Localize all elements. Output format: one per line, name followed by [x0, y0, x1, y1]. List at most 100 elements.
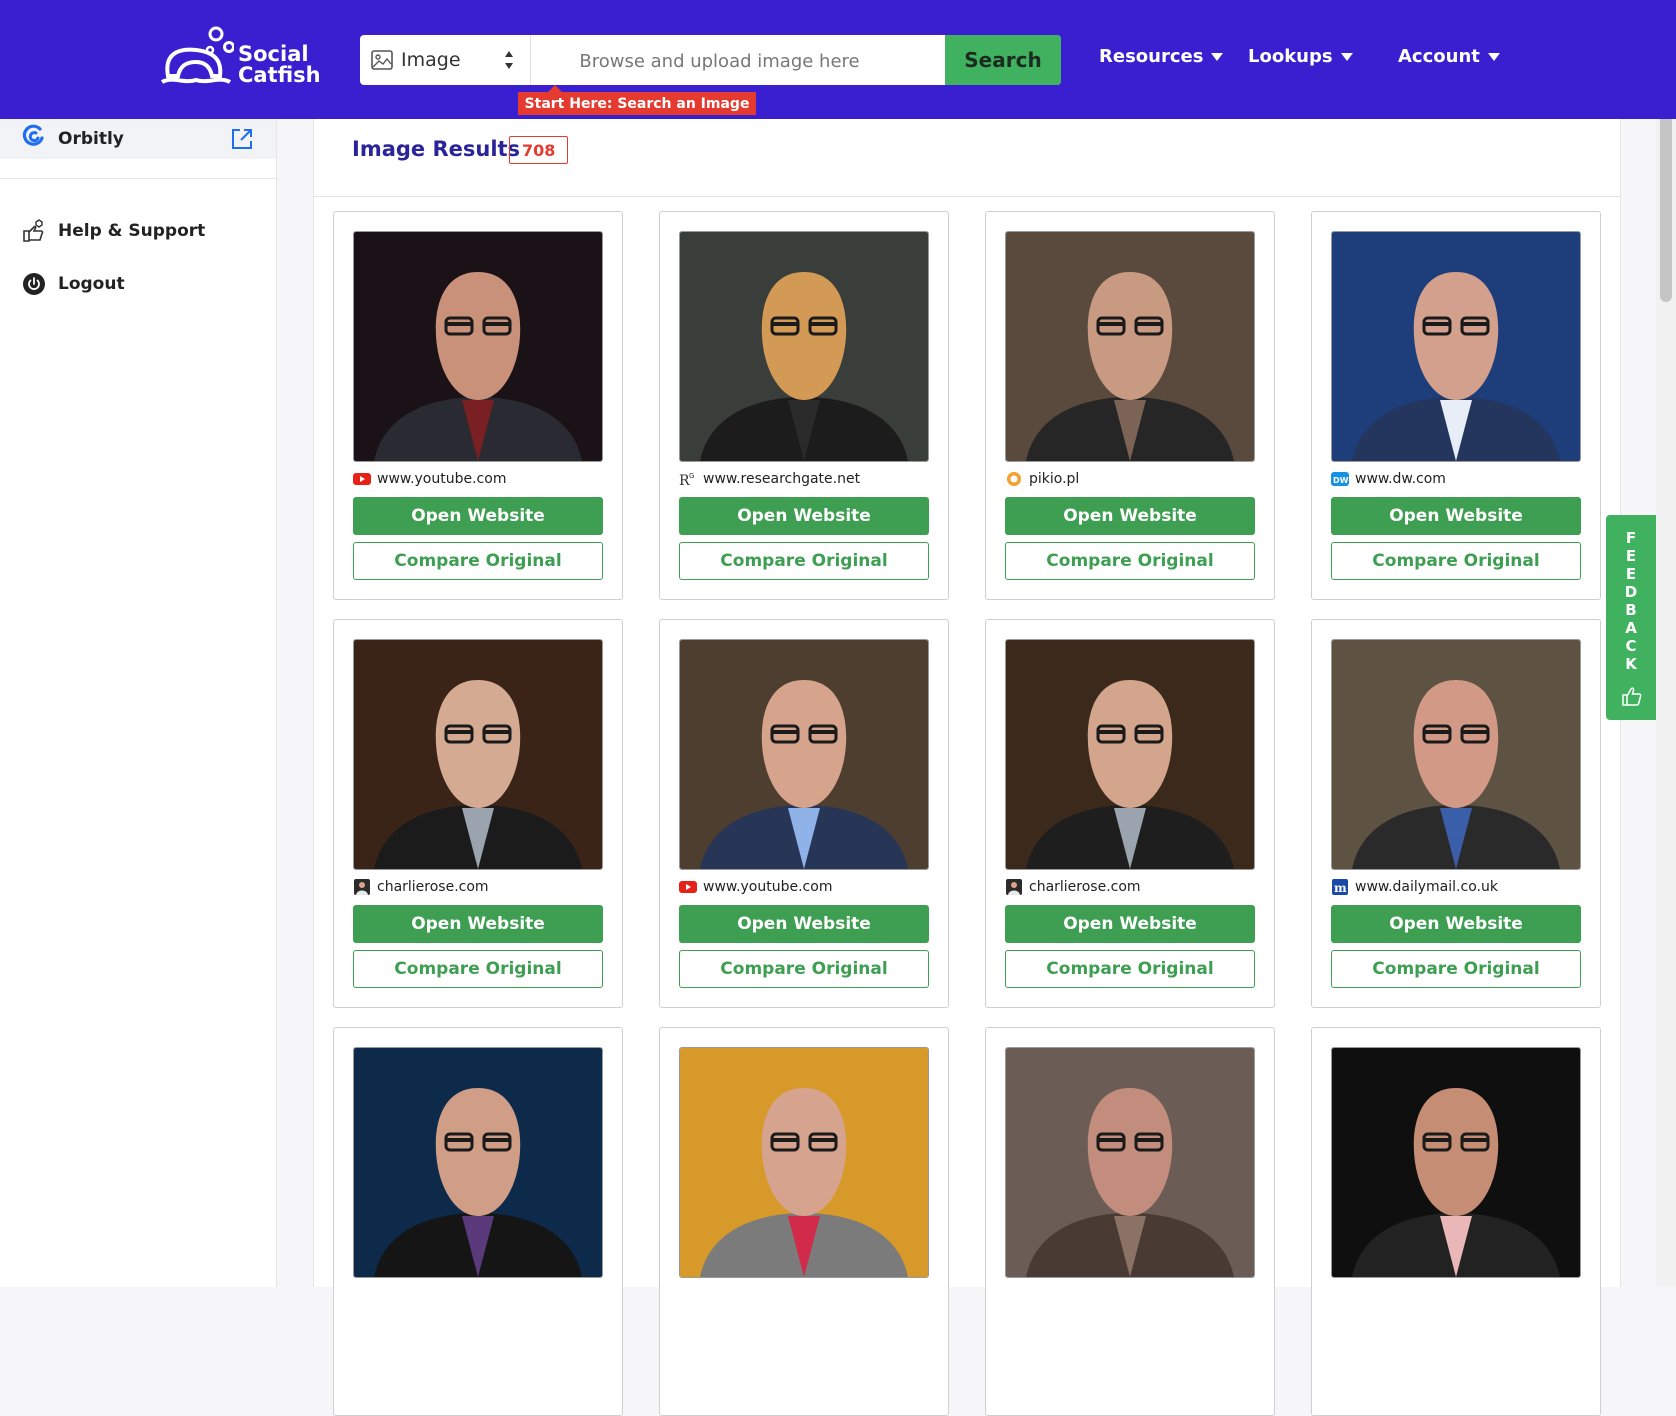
result-card: DW www.dw.com Open Website Compare Original: [1311, 211, 1601, 600]
help-support-icon: [23, 219, 44, 242]
result-source: pikio.pl: [1005, 470, 1079, 488]
result-thumbnail[interactable]: [1005, 639, 1255, 870]
nav-resources-label: Resources: [1099, 46, 1204, 67]
sidebar-item-label: Orbitly: [58, 129, 124, 149]
caret-down-icon: [1487, 52, 1500, 61]
open-website-button[interactable]: Open Website: [353, 905, 603, 943]
result-card: www.youtube.com Open Website Compare Origi…: [333, 211, 623, 600]
result-thumbnail[interactable]: [1331, 639, 1581, 870]
catfish-logo-icon: [160, 26, 234, 84]
result-domain: www.youtube.com: [703, 879, 833, 895]
result-image: [1006, 640, 1254, 869]
result-card: charlierose.com Open Website Compare Origi…: [333, 619, 623, 1008]
result-card: m www.dailymail.co.uk Open Website Compare …: [1311, 619, 1601, 1008]
result-image: [1006, 232, 1254, 461]
svg-text:G: G: [689, 472, 694, 480]
search-bar: Image Search: [360, 35, 1061, 85]
dw-icon: DW: [1331, 472, 1349, 486]
result-thumbnail[interactable]: [1331, 231, 1581, 462]
nav-account[interactable]: Account: [1398, 46, 1500, 67]
search-button[interactable]: Search: [945, 35, 1061, 85]
compare-original-button[interactable]: Compare Original: [353, 950, 603, 988]
logo-line1: Social: [238, 42, 309, 66]
result-source: www.youtube.com: [353, 470, 506, 488]
youtube-icon: [679, 881, 697, 893]
result-thumbnail[interactable]: [1005, 1047, 1255, 1278]
result-thumbnail[interactable]: [353, 231, 603, 462]
result-domain: pikio.pl: [1029, 471, 1080, 487]
compare-original-button[interactable]: Compare Original: [353, 542, 603, 580]
result-domain: www.youtube.com: [377, 471, 507, 487]
image-icon: [371, 50, 393, 70]
top-header: Social Catfish Image Search Start Here: …: [0, 0, 1676, 119]
sidebar-item-orbitly[interactable]: Orbitly: [0, 119, 276, 159]
result-image: [1332, 640, 1580, 869]
caret-down-icon: [1340, 52, 1353, 61]
result-domain: www.researchgate.net: [703, 471, 861, 487]
svg-text:m: m: [1334, 881, 1347, 895]
result-image: [1332, 232, 1580, 461]
result-thumbnail[interactable]: [1005, 231, 1255, 462]
youtube-icon: [353, 473, 371, 485]
result-thumbnail[interactable]: [353, 639, 603, 870]
search-type-select[interactable]: Image: [360, 35, 531, 85]
sidebar-item-label: Logout: [58, 274, 125, 294]
page-scrollbar[interactable]: [1656, 80, 1676, 1287]
result-thumbnail[interactable]: [1331, 1047, 1581, 1278]
result-card: pikio.pl Open Website Compare Original: [985, 211, 1275, 600]
result-image: [354, 1048, 602, 1277]
result-card: [1311, 1027, 1601, 1416]
feedback-letter: A: [1625, 619, 1637, 637]
image-upload-input[interactable]: [530, 35, 909, 85]
open-website-button[interactable]: Open Website: [1331, 497, 1581, 535]
power-icon: [23, 273, 45, 295]
select-arrows-icon: [505, 51, 513, 69]
result-source: m www.dailymail.co.uk: [1331, 878, 1498, 896]
charlierose-icon: [354, 879, 370, 895]
result-image: [1006, 1048, 1254, 1277]
results-count-badge: 708: [509, 136, 569, 164]
result-thumbnail[interactable]: [679, 1047, 929, 1278]
result-source: www.youtube.com: [679, 878, 832, 896]
results-title: Image Results: [352, 137, 521, 161]
sidebar-item-logout[interactable]: Logout: [0, 264, 276, 304]
sidebar: Orbitly Help & Support Logout: [0, 119, 277, 1287]
compare-original-button[interactable]: Compare Original: [1005, 950, 1255, 988]
result-domain: www.dailymail.co.uk: [1355, 879, 1498, 895]
open-website-button[interactable]: Open Website: [1005, 497, 1255, 535]
result-image: [354, 232, 602, 461]
nav-resources[interactable]: Resources: [1099, 46, 1224, 67]
compare-original-button[interactable]: Compare Original: [679, 950, 929, 988]
result-image: [354, 640, 602, 869]
compare-original-button[interactable]: Compare Original: [679, 542, 929, 580]
result-card: [659, 1027, 949, 1416]
compare-original-button[interactable]: Compare Original: [1331, 542, 1581, 580]
result-card: [985, 1027, 1275, 1416]
result-domain: charlierose.com: [377, 879, 489, 895]
result-source: charlierose.com: [1005, 878, 1141, 896]
nav-lookups[interactable]: Lookups: [1248, 46, 1353, 67]
sidebar-item-help[interactable]: Help & Support: [0, 211, 276, 251]
social-catfish-logo[interactable]: Social Catfish: [158, 26, 321, 88]
external-link-icon[interactable]: [230, 127, 254, 151]
open-website-button[interactable]: Open Website: [679, 905, 929, 943]
result-thumbnail[interactable]: [353, 1047, 603, 1278]
feedback-letter: C: [1625, 637, 1637, 655]
result-thumbnail[interactable]: [679, 231, 929, 462]
compare-original-button[interactable]: Compare Original: [1331, 950, 1581, 988]
open-website-button[interactable]: Open Website: [1005, 905, 1255, 943]
result-source: R G www.researchgate.net: [679, 470, 860, 488]
open-website-button[interactable]: Open Website: [353, 497, 603, 535]
result-thumbnail[interactable]: [679, 639, 929, 870]
result-image: [680, 1048, 928, 1277]
results-panel: Image Results 708 www.youtube.com Open We…: [313, 119, 1621, 1416]
feedback-letter: D: [1624, 583, 1638, 601]
compare-original-button[interactable]: Compare Original: [1005, 542, 1255, 580]
open-website-button[interactable]: Open Website: [679, 497, 929, 535]
feedback-tab[interactable]: FEEDBACK: [1606, 515, 1656, 720]
thumbs-up-icon: [1622, 687, 1642, 706]
open-website-button[interactable]: Open Website: [1331, 905, 1581, 943]
result-card: [333, 1027, 623, 1416]
result-card: R G www.researchgate.net Open Website Compar…: [659, 211, 949, 600]
feedback-letter: K: [1625, 655, 1637, 673]
